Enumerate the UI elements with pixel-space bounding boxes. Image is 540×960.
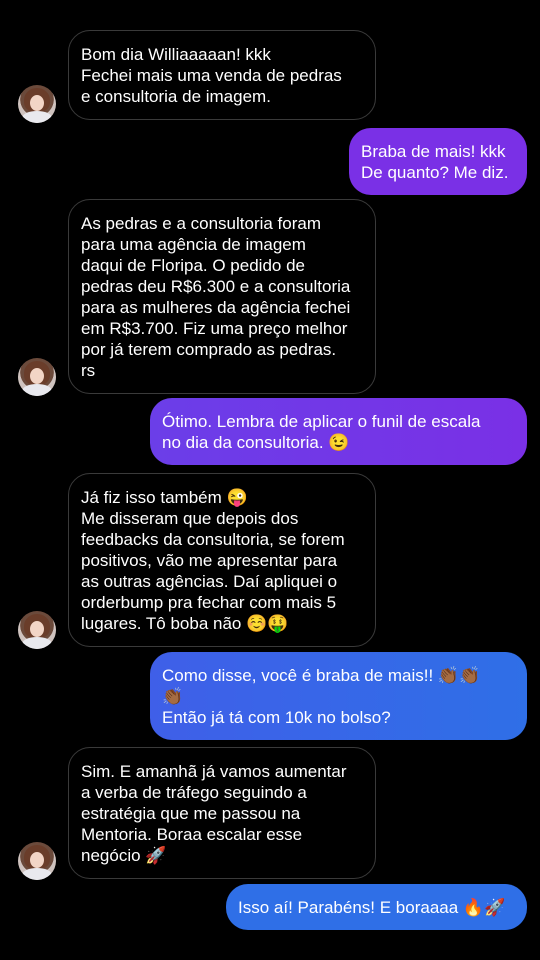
message-text-line: Mentoria. Boraa escalar esse [81, 825, 303, 844]
message-text-line: Já fiz isso também 😜 [81, 488, 248, 507]
message-text-line: por já terem comprado as pedras. [81, 340, 337, 359]
message-text-line: no dia da consultoria. 😉 [162, 433, 350, 452]
message-text-line: Ótimo. Lembra de aplicar o funil de esca… [162, 412, 481, 431]
contact-avatar[interactable] [18, 842, 56, 880]
message-text-line: Sim. E amanhã já vamos aumentar [81, 762, 347, 781]
message-text-line: positivos, vão me apresentar para [81, 551, 338, 570]
message-text-line: lugares. Tô boba não ☺️🤑 [81, 614, 289, 633]
contact-avatar[interactable] [18, 611, 56, 649]
message-text-line: orderbump pra fechar com mais 5 [81, 593, 337, 612]
message-text-line: rs [81, 361, 96, 380]
message-text-line: pedras deu R$6.300 e a consultoria [81, 277, 351, 296]
message-text-line: Bom dia Williaaaaan! kkk [81, 45, 271, 64]
incoming-message-1[interactable]: Bom dia Williaaaaan! kkk Fechei mais uma… [68, 30, 376, 120]
message-text-line: Então já tá com 10k no bolso? [162, 708, 391, 727]
message-text-line: para as mulheres da agência fechei [81, 298, 351, 317]
message-text-line: as outras agências. Daí apliquei o [81, 572, 338, 591]
message-text-line: 👏🏾 [162, 687, 184, 706]
message-text-line: em R$3.700. Fiz uma preço melhor [81, 319, 348, 338]
message-text-line: estratégia que me passou na [81, 804, 301, 823]
outgoing-message-1[interactable]: Braba de mais! kkk De quanto? Me diz. [349, 128, 527, 195]
message-text-line: daqui de Floripa. O pedido de [81, 256, 305, 275]
contact-avatar[interactable] [18, 85, 56, 123]
message-text-line: As pedras e a consultoria foram [81, 214, 322, 233]
message-text-line: Isso aí! Parabéns! E boraaaa 🔥🚀 [238, 898, 506, 917]
contact-avatar[interactable] [18, 358, 56, 396]
message-text-line: a verba de tráfego seguindo a [81, 783, 307, 802]
outgoing-message-2[interactable]: Ótimo. Lembra de aplicar o funil de esca… [150, 398, 527, 465]
message-text-line: Como disse, você é braba de mais!! 👏🏾👏🏾 [162, 666, 481, 685]
outgoing-message-3[interactable]: Como disse, você é braba de mais!! 👏🏾👏🏾 … [150, 652, 527, 740]
message-text-line: negócio 🚀 [81, 846, 167, 865]
message-text-line: Me disseram que depois dos [81, 509, 299, 528]
message-text-line: para uma agência de imagem [81, 235, 306, 254]
outgoing-message-4[interactable]: Isso aí! Parabéns! E boraaaa 🔥🚀 [226, 884, 527, 930]
incoming-message-3[interactable]: Já fiz isso também 😜 Me disseram que dep… [68, 473, 376, 647]
message-text-line: Fechei mais uma venda de pedras [81, 66, 342, 85]
message-text-line: e consultoria de imagem. [81, 87, 271, 106]
message-text-line: Braba de mais! kkk [361, 142, 506, 161]
incoming-message-4[interactable]: Sim. E amanhã já vamos aumentar a verba … [68, 747, 376, 879]
message-text-line: feedbacks da consultoria, se forem [81, 530, 345, 549]
incoming-message-2[interactable]: As pedras e a consultoria foram para uma… [68, 199, 376, 394]
message-text-line: De quanto? Me diz. [361, 163, 509, 182]
